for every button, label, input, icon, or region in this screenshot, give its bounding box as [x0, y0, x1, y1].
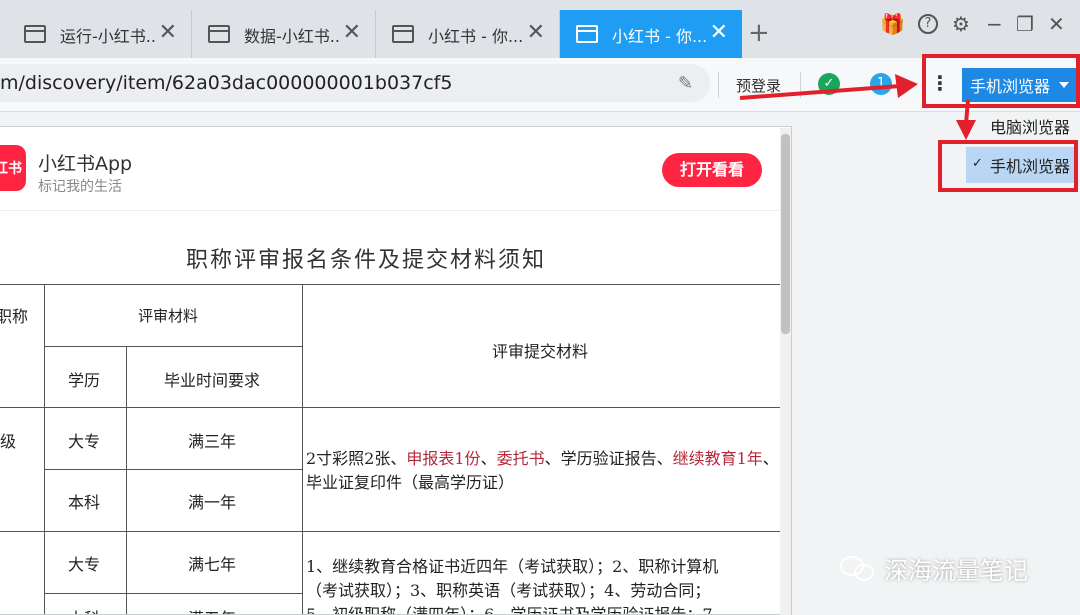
xiaohongshu-logo: 红书 — [0, 145, 26, 191]
page-scrollbar[interactable] — [780, 128, 791, 615]
page-icon — [392, 25, 414, 43]
table-border — [44, 469, 302, 470]
app-name: 小红书App — [38, 153, 133, 175]
app-slogan: 标记我的生活 — [38, 179, 122, 195]
ua-menu-item-desktop[interactable]: 电脑浏览器 — [966, 108, 1076, 144]
address-row: m/discovery/item/62a03dac000000001b037cf… — [0, 58, 1080, 112]
table-border — [0, 284, 780, 285]
scrollbar-thumb[interactable] — [781, 134, 790, 334]
tab-title: 运行-小红书.. — [60, 27, 156, 46]
row-2-education: 本科 — [68, 493, 101, 512]
table-border — [0, 531, 780, 532]
column-header-title: 职称 — [0, 307, 29, 326]
pre-login-button[interactable]: 预登录 — [736, 75, 781, 96]
extension-green-icon[interactable]: ✓ — [818, 73, 840, 95]
table-border — [44, 593, 302, 594]
column-header-grad-time: 毕业时间要求 — [164, 371, 261, 390]
tab-4-active[interactable]: 小红书 - 你... ✕ — [560, 10, 742, 58]
callout-box-ua-button — [922, 54, 1080, 108]
close-icon[interactable]: ✕ — [343, 20, 361, 45]
column-header-submit: 评审提交材料 — [492, 342, 589, 361]
level-label: 级 — [0, 432, 17, 451]
table-border — [44, 284, 45, 614]
ua-menu-label: 电脑浏览器 — [990, 118, 1071, 137]
wechat-icon — [840, 554, 876, 584]
column-header-education: 学历 — [68, 371, 101, 390]
materials-text-1: 2寸彩照2张、申报表1份、委托书、学历验证报告、继续教育1年、毕业证复印件（最高… — [306, 449, 779, 492]
tab-title: 小红书 - 你... — [428, 27, 524, 46]
table-border — [0, 407, 780, 408]
divider — [718, 72, 719, 98]
tab-2[interactable]: 数据-小红书.. ✕ — [192, 10, 376, 58]
tab-title: 小红书 - 你... — [612, 27, 708, 46]
row-1-requirement: 满三年 — [188, 432, 237, 451]
close-icon[interactable]: ✕ — [159, 20, 177, 45]
row-2-requirement: 满一年 — [188, 493, 237, 512]
table-border — [126, 346, 127, 614]
page-icon — [208, 25, 230, 43]
row-3-requirement: 满七年 — [188, 555, 237, 574]
url-text[interactable]: m/discovery/item/62a03dac000000001b037cf… — [0, 72, 452, 94]
watermark-text: 深海流量笔记 — [884, 557, 1028, 585]
address-bar[interactable]: m/discovery/item/62a03dac000000001b037cf… — [0, 64, 710, 102]
minimize-icon[interactable]: − — [986, 12, 1003, 36]
watermark: 深海流量笔记 — [840, 551, 1028, 586]
table-border — [302, 284, 303, 614]
row-4-requirement: 满五年 — [188, 605, 236, 614]
open-app-button[interactable]: 打开看看 — [662, 153, 762, 187]
gear-icon[interactable]: ⚙ — [952, 12, 970, 36]
logo-text: 红书 — [0, 161, 22, 177]
callout-box-mobile-option — [938, 140, 1078, 192]
page-icon — [24, 25, 46, 43]
materials-text-2: 1、继续教育合格证书近四年（考试获取）；2、职称计算机 （考试获取）；3、职称英… — [306, 557, 719, 615]
row-3-education: 大专 — [68, 555, 101, 574]
app-banner: 红书 小红书App 标记我的生活 打开看看 — [0, 127, 780, 211]
tab-3[interactable]: 小红书 - 你... ✕ — [376, 10, 560, 58]
extension-blue-icon[interactable]: 1 — [870, 73, 892, 95]
close-icon[interactable]: ✕ — [527, 20, 545, 45]
page-viewport[interactable]: 红书 小红书App 标记我的生活 打开看看 职称评审报名条件及提交材料须知 职称… — [0, 126, 792, 615]
tab-strip: 运行-小红书.. ✕ 数据-小红书.. ✕ 小红书 - 你... ✕ 小红书 -… — [0, 0, 1080, 58]
close-icon[interactable]: ✕ — [710, 20, 728, 45]
document-title: 职称评审报名条件及提交材料须知 — [186, 248, 547, 273]
page-icon — [576, 25, 598, 43]
row-1-education: 大专 — [68, 432, 101, 451]
divider — [800, 72, 801, 98]
row-4-education: 本科 — [68, 605, 100, 614]
tab-1[interactable]: 运行-小红书.. ✕ — [8, 10, 192, 58]
restore-icon[interactable]: ❐ — [1016, 12, 1034, 36]
gift-icon[interactable]: 🎁 — [880, 12, 905, 36]
pen-icon[interactable]: ✎ — [678, 73, 693, 94]
help-icon[interactable]: ? — [918, 14, 938, 34]
column-header-materials: 评审材料 — [138, 307, 199, 325]
table-border — [44, 346, 302, 347]
tab-title: 数据-小红书.. — [244, 27, 340, 46]
window-close-icon[interactable]: ✕ — [1048, 12, 1065, 36]
new-tab-button[interactable]: + — [748, 18, 770, 48]
